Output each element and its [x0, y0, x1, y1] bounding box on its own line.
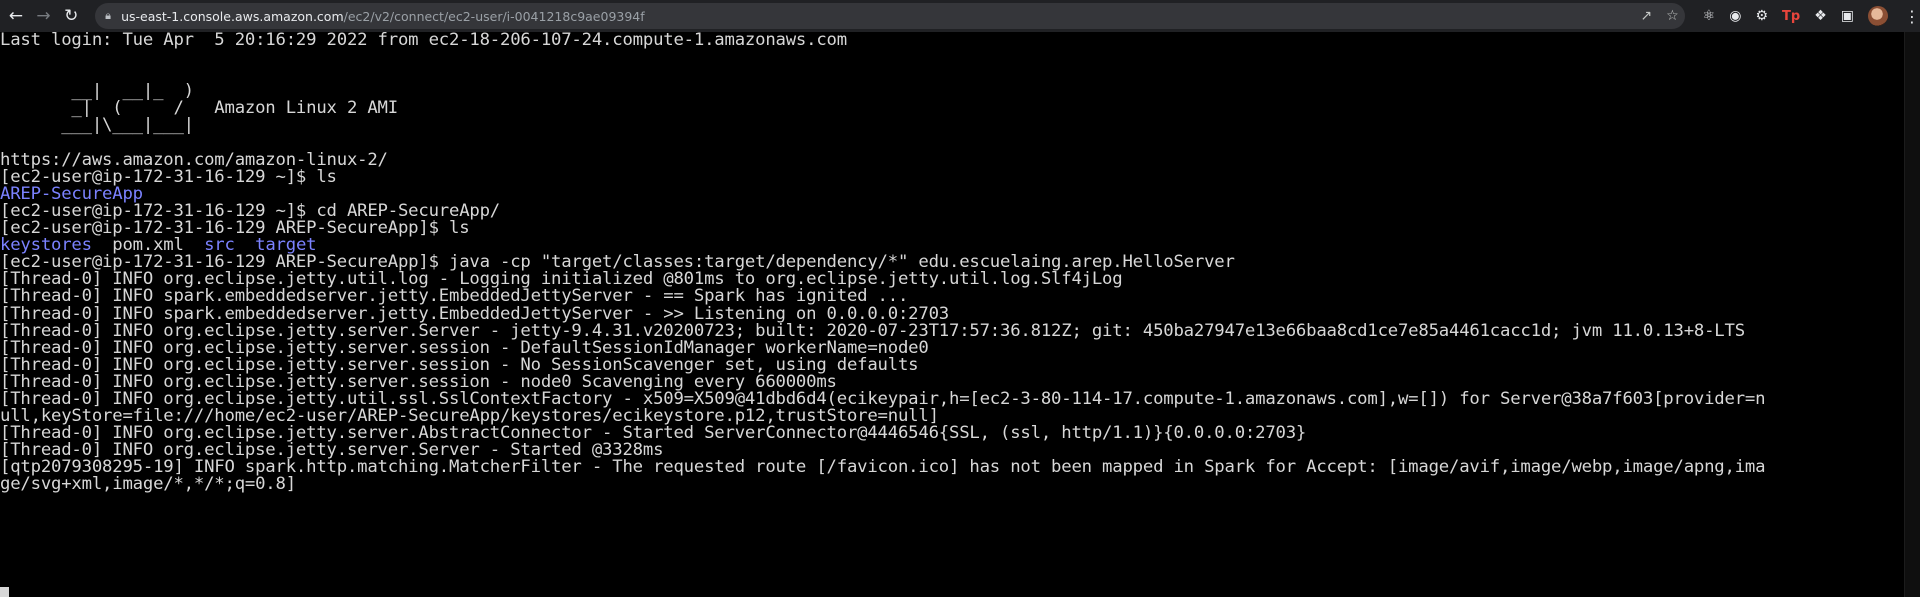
terminal-line: [Thread-0] INFO spark.embeddedserver.jet…: [0, 286, 909, 307]
url-host: us-east-1.console.aws.amazon.com: [121, 8, 344, 24]
browser-toolbar: ← → ↻ 🔒︎ us-east-1.console.aws.amazon.co…: [0, 0, 1920, 32]
omnibox-actions: ↗ ☆: [1640, 3, 1678, 29]
settings-extension-icon[interactable]: ⚙: [1755, 8, 1768, 24]
terminal-cursor: [0, 587, 9, 597]
terminal-line: [ec2-user@ip-172-31-16-129 ~]$ ls: [0, 166, 337, 187]
url-path: /ec2/v2/connect/ec2-user/i-0041218c9ae09…: [343, 8, 645, 24]
bookmark-star-icon[interactable]: ☆: [1666, 8, 1679, 24]
menu-icon[interactable]: ⋮: [1904, 7, 1920, 26]
terminal-output[interactable]: Last login: Tue Apr 5 20:16:29 2022 from…: [0, 32, 1904, 597]
terminal-scrollbar[interactable]: [1904, 32, 1920, 597]
terminal-line: ___|\___|___|: [0, 115, 194, 136]
terminal-line: Last login: Tue Apr 5 20:16:29 2022 from…: [0, 32, 847, 50]
terminal-line: _| ( / Amazon Linux 2 AMI: [0, 98, 398, 119]
puzzle-extensions-icon[interactable]: ❖: [1814, 8, 1827, 24]
sidebar-icon[interactable]: ▣: [1841, 8, 1854, 24]
extensions-area: ⚛ ◉ ⚙ Tp ❖ ▣ ⋮: [1703, 6, 1920, 26]
tp-extension-icon[interactable]: Tp: [1782, 9, 1800, 24]
url-text[interactable]: us-east-1.console.aws.amazon.com/ec2/v2/…: [121, 9, 645, 24]
back-icon[interactable]: ←: [4, 3, 28, 29]
terminal-line: ge/svg+xml,image/*,*/*;q=0.8]: [0, 474, 296, 495]
reload-icon[interactable]: ↻: [59, 3, 83, 29]
profile-avatar[interactable]: [1868, 6, 1889, 26]
react-extension-icon[interactable]: ⚛: [1703, 8, 1716, 24]
share-icon[interactable]: ↗: [1640, 8, 1652, 24]
forward-icon[interactable]: →: [32, 3, 56, 29]
record-extension-icon[interactable]: ◉: [1729, 8, 1741, 24]
lock-icon[interactable]: 🔒︎: [95, 9, 121, 23]
address-bar[interactable]: 🔒︎ us-east-1.console.aws.amazon.com/ec2/…: [95, 3, 1685, 29]
